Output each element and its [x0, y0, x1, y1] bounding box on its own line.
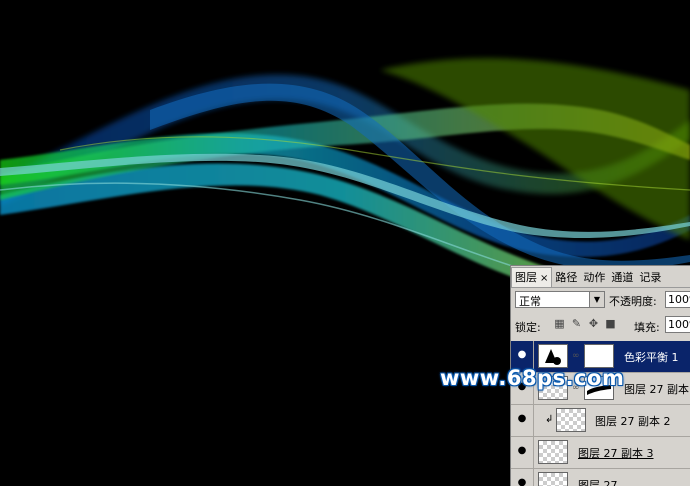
- divider: [533, 437, 534, 468]
- mask-thumbnail[interactable]: [584, 344, 614, 368]
- fill-label: 填充:: [634, 321, 660, 334]
- eye-icon[interactable]: ●: [515, 413, 529, 425]
- blend-mode-select[interactable]: 正常 ▼: [515, 291, 605, 308]
- tab-paths[interactable]: 路径: [552, 268, 580, 287]
- eye-icon[interactable]: ●: [515, 445, 529, 457]
- blend-mode-value: 正常: [519, 295, 541, 308]
- lock-all-icon[interactable]: ■: [604, 317, 617, 330]
- layer-row[interactable]: ● ↲ 图层 27 副本 2: [511, 405, 690, 437]
- layer-row[interactable]: ● 图层 27: [511, 469, 690, 486]
- tab-channels[interactable]: 通道: [608, 268, 636, 287]
- opacity-label: 不透明度:: [609, 295, 657, 308]
- divider: [533, 469, 534, 486]
- divider: [533, 405, 534, 436]
- layer-name[interactable]: 图层 27 副本 3: [578, 445, 654, 461]
- lock-position-icon[interactable]: ✥: [587, 317, 600, 330]
- tab-layers[interactable]: 图层 ×: [511, 267, 553, 287]
- close-icon[interactable]: ×: [540, 273, 548, 284]
- layer-thumbnail: [556, 408, 586, 432]
- tab-actions[interactable]: 动作: [580, 268, 608, 287]
- eye-icon[interactable]: ●: [515, 349, 529, 361]
- layer-name[interactable]: 图层 27 副本: [624, 381, 689, 397]
- fill-input[interactable]: 100%: [665, 316, 690, 333]
- clipping-arrow-icon: ↲: [545, 414, 554, 425]
- layer-thumbnail: [538, 440, 568, 464]
- balance-icon: [545, 349, 561, 365]
- layer-name[interactable]: 色彩平衡 1: [624, 349, 679, 365]
- lock-transparency-icon[interactable]: ▦: [553, 317, 566, 330]
- tab-layers-label: 图层: [515, 271, 537, 284]
- layer-name[interactable]: 图层 27 副本 2: [595, 413, 671, 429]
- layer-thumbnail: [538, 472, 568, 486]
- lock-label: 锁定:: [515, 321, 541, 334]
- link-icon[interactable]: ∞: [572, 351, 580, 361]
- dropdown-arrow-icon[interactable]: ▼: [589, 292, 604, 307]
- panel-tabs: 图层 × 路径 动作 通道 记录: [511, 266, 690, 288]
- layer-row[interactable]: ● 图层 27 副本 3: [511, 437, 690, 469]
- watermark-text: www.68ps.com: [440, 366, 625, 390]
- lock-pixels-icon[interactable]: ✎: [570, 317, 583, 330]
- lock-icons: ▦ ✎ ✥ ■: [553, 317, 617, 330]
- tab-history[interactable]: 记录: [636, 268, 664, 287]
- opacity-input[interactable]: 100%: [665, 291, 690, 308]
- adjustment-thumbnail: [538, 344, 568, 368]
- layers-list: ● ∞ 色彩平衡 1 ● ∞ 图层 27 副本 ● ↲ 图层 27 副本 2 ●…: [511, 341, 690, 486]
